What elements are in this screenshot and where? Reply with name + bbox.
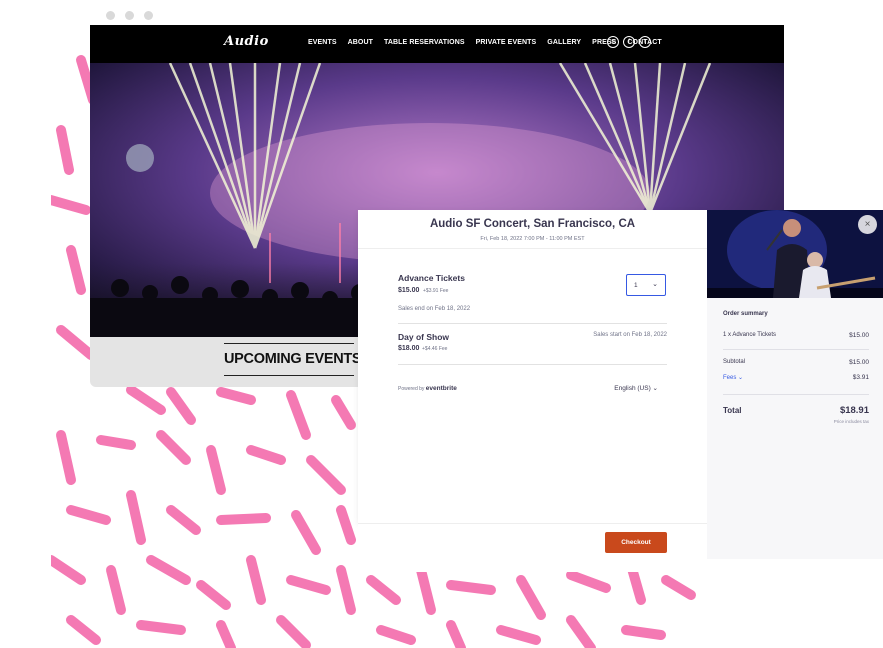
language-value: English (US)	[614, 385, 651, 392]
quantity-select[interactable]: 1 ⌄	[626, 274, 666, 296]
summary-line-item: 1 x Advance Tickets	[723, 332, 777, 338]
ticket-fee-advance: +$3.91 Fee	[423, 288, 449, 294]
upcoming-events-heading: UPCOMING EVENTS	[224, 351, 362, 367]
eventbrite-logo: eventbrite	[425, 385, 457, 392]
quantity-value: 1	[634, 282, 638, 289]
nav-private-events[interactable]: PRIVATE EVENTS	[476, 39, 537, 46]
order-summary-panel: × Order summary 1 x Advance Tickets $15.…	[707, 210, 883, 559]
event-photo	[707, 210, 883, 298]
ticket-fee-day-of-show: +$4.46 Fee	[422, 346, 448, 352]
event-date: Fri, Feb 18, 2022 7:00 PM - 11:00 PM EST	[480, 236, 585, 242]
social-links: ◎ f t	[607, 36, 651, 48]
window-dot	[125, 11, 134, 20]
chevron-down-icon: ⌄	[738, 375, 744, 381]
powered-by-label: Powered by	[398, 386, 425, 392]
site-navbar: Audio EVENTS ABOUT TABLE RESERVATIONS PR…	[90, 25, 784, 63]
divider	[723, 394, 869, 395]
ticket-price-advance: $15.00	[398, 287, 420, 294]
fees-toggle[interactable]: Fees ⌄	[723, 374, 743, 381]
language-select[interactable]: English (US) ⌄	[614, 384, 658, 392]
checkout-button[interactable]: Checkout	[605, 532, 667, 553]
window-dot	[106, 11, 115, 20]
ticket-name-day-of-show: Day of Show	[398, 332, 450, 342]
facebook-icon[interactable]: f	[623, 36, 635, 48]
total-value: $18.91	[839, 405, 869, 416]
divider	[358, 248, 707, 249]
divider	[224, 343, 354, 344]
site-logo[interactable]: Audio	[224, 34, 269, 49]
nav-about[interactable]: ABOUT	[348, 39, 373, 46]
nav-events[interactable]: EVENTS	[308, 39, 337, 46]
order-summary-title: Order summary	[723, 311, 768, 317]
divider	[224, 375, 354, 376]
subtotal-value: $15.00	[849, 359, 869, 366]
divider	[398, 323, 667, 324]
divider	[398, 364, 667, 365]
window-dot	[144, 11, 153, 20]
ticket-sales-note-advance: Sales end on Feb 18, 2022	[398, 306, 471, 312]
summary-line-item-price: $15.00	[849, 332, 869, 339]
divider	[723, 349, 869, 350]
fees-label: Fees	[723, 375, 737, 381]
event-title: Audio SF Concert, San Francisco, CA	[429, 218, 636, 230]
chevron-down-icon: ⌄	[652, 385, 658, 392]
ticket-sales-note-day-of-show: Sales start on Feb 18, 2022	[593, 332, 667, 338]
nav-table-reservations[interactable]: TABLE RESERVATIONS	[384, 39, 465, 46]
nav-gallery[interactable]: GALLERY	[547, 39, 581, 46]
subtotal-label: Subtotal	[723, 359, 746, 365]
close-button[interactable]: ×	[858, 215, 877, 234]
twitter-icon[interactable]: t	[639, 36, 651, 48]
instagram-icon[interactable]: ◎	[607, 36, 619, 48]
powered-by-eventbrite: Powered by eventbrite	[398, 385, 457, 392]
tax-note: Price includes tax	[833, 419, 869, 424]
total-label: Total	[723, 406, 742, 415]
chevron-down-icon: ⌄	[652, 281, 658, 288]
ticket-price-day-of-show: $18.00	[398, 345, 420, 352]
fees-value: $3.91	[852, 374, 869, 381]
window-controls	[106, 11, 153, 20]
ticket-name-advance: Advance Tickets	[398, 273, 465, 283]
checkout-modal: Audio SF Concert, San Francisco, CA Fri,…	[358, 210, 707, 523]
checkout-footer: Checkout	[358, 523, 707, 572]
